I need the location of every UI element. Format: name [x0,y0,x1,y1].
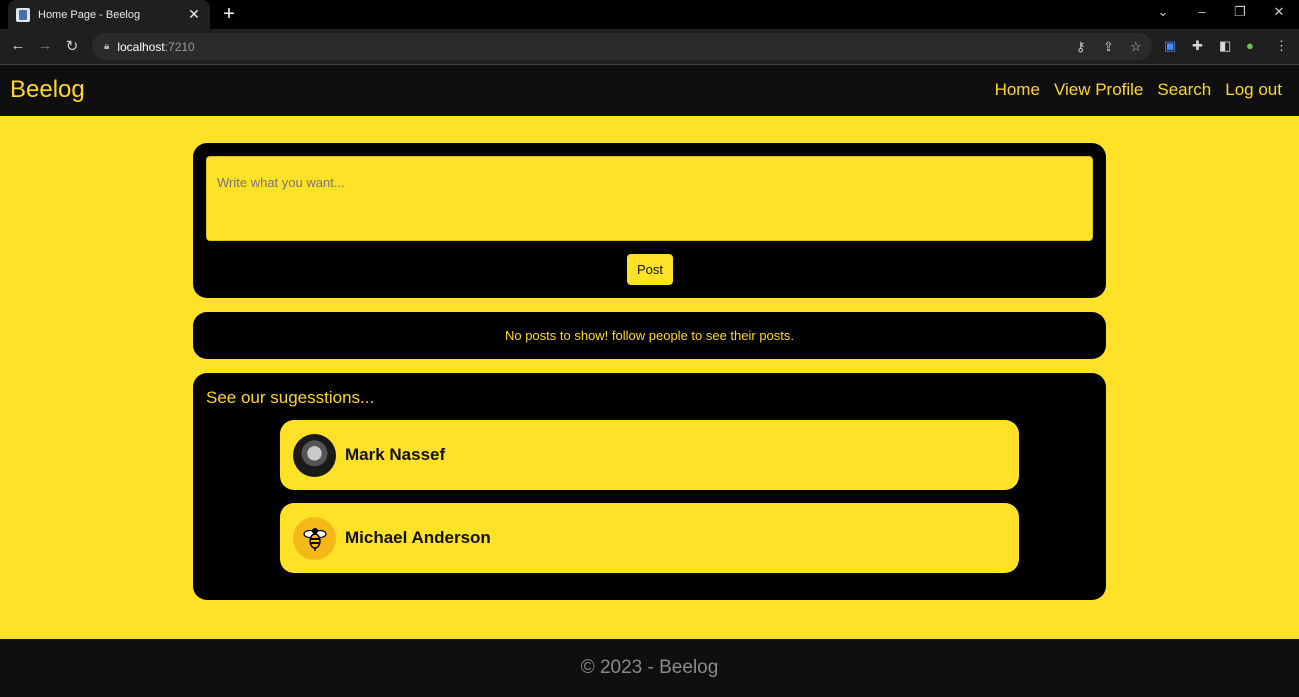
restore-icon[interactable]: ❐ [1230,4,1250,20]
post-button[interactable]: Post [627,254,673,285]
nav-view-profile[interactable]: View Profile [1054,80,1143,100]
share-icon[interactable]: ⇪ [1103,39,1114,55]
side-panel-icon[interactable]: ◧ [1219,38,1231,54]
user-name: Mark Nassef [345,445,446,464]
nav-log-out[interactable]: Log out [1225,80,1282,100]
lock-icon: 🔒︎ [104,41,110,52]
brand-logo[interactable]: Beelog [10,76,85,104]
browser-toolbar: ← → ↻ 🔒︎ localhost:7210 ⚷ ⇪ ☆ [0,29,1299,65]
minimize-icon[interactable]: – [1192,4,1212,19]
translate-extension-icon[interactable]: ▣ [1164,38,1176,54]
bookmark-star-icon[interactable]: ☆ [1130,39,1142,55]
post-input[interactable] [206,156,1093,241]
avatar [293,433,336,477]
site-footer: © 2023 - Beelog [0,639,1299,697]
nav-search[interactable]: Search [1157,80,1211,100]
password-key-icon[interactable]: ⚷ [1076,39,1086,55]
nav-home[interactable]: Home [995,80,1040,100]
bee-avatar-icon [293,516,336,560]
browser-tab[interactable]: Home Page - Beelog ✕ [8,0,210,29]
user-name: Michael Anderson [345,528,491,547]
suggested-user-card[interactable]: Michael Anderson [280,503,1019,573]
post-composer: Post [193,143,1106,298]
site-navbar: Beelog Home View Profile Search Log out [0,65,1299,116]
nav-links: Home View Profile Search Log out [995,80,1282,100]
browser-tab-bar: Home Page - Beelog ✕ + ⌄ – ❐ ✕ [0,0,1299,29]
tab-title: Home Page - Beelog [38,8,141,21]
new-tab-icon[interactable]: + [218,3,240,25]
page-favicon-icon [16,7,30,22]
suggestions-panel: See our sugesstions... Mark Nassef Micha… [193,373,1106,600]
extensions-puzzle-icon[interactable]: ✚ [1192,38,1203,54]
reload-icon[interactable]: ↻ [62,37,82,55]
browser-menu-icon[interactable]: ⋮ [1275,38,1288,54]
address-bar[interactable]: 🔒︎ localhost:7210 ⚷ ⇪ ☆ [92,33,1152,60]
forward-icon[interactable]: → [35,37,55,54]
url-port: :7210 [164,39,195,54]
back-icon[interactable]: ← [8,37,28,54]
suggested-user-card[interactable]: Mark Nassef [280,420,1019,490]
empty-feed-message: No posts to show! follow people to see t… [504,328,795,343]
suggestions-title: See our sugesstions... [206,388,375,407]
close-tab-icon[interactable]: ✕ [186,6,202,23]
tab-search-icon[interactable]: ⌄ [1153,4,1173,20]
url-host: localhost [117,39,165,54]
profile-avatar-icon[interactable]: ● [1246,38,1254,53]
feed-empty-state: No posts to show! follow people to see t… [193,312,1106,359]
window-close-icon[interactable]: ✕ [1269,4,1289,20]
footer-copyright: © 2023 - Beelog [580,657,719,678]
